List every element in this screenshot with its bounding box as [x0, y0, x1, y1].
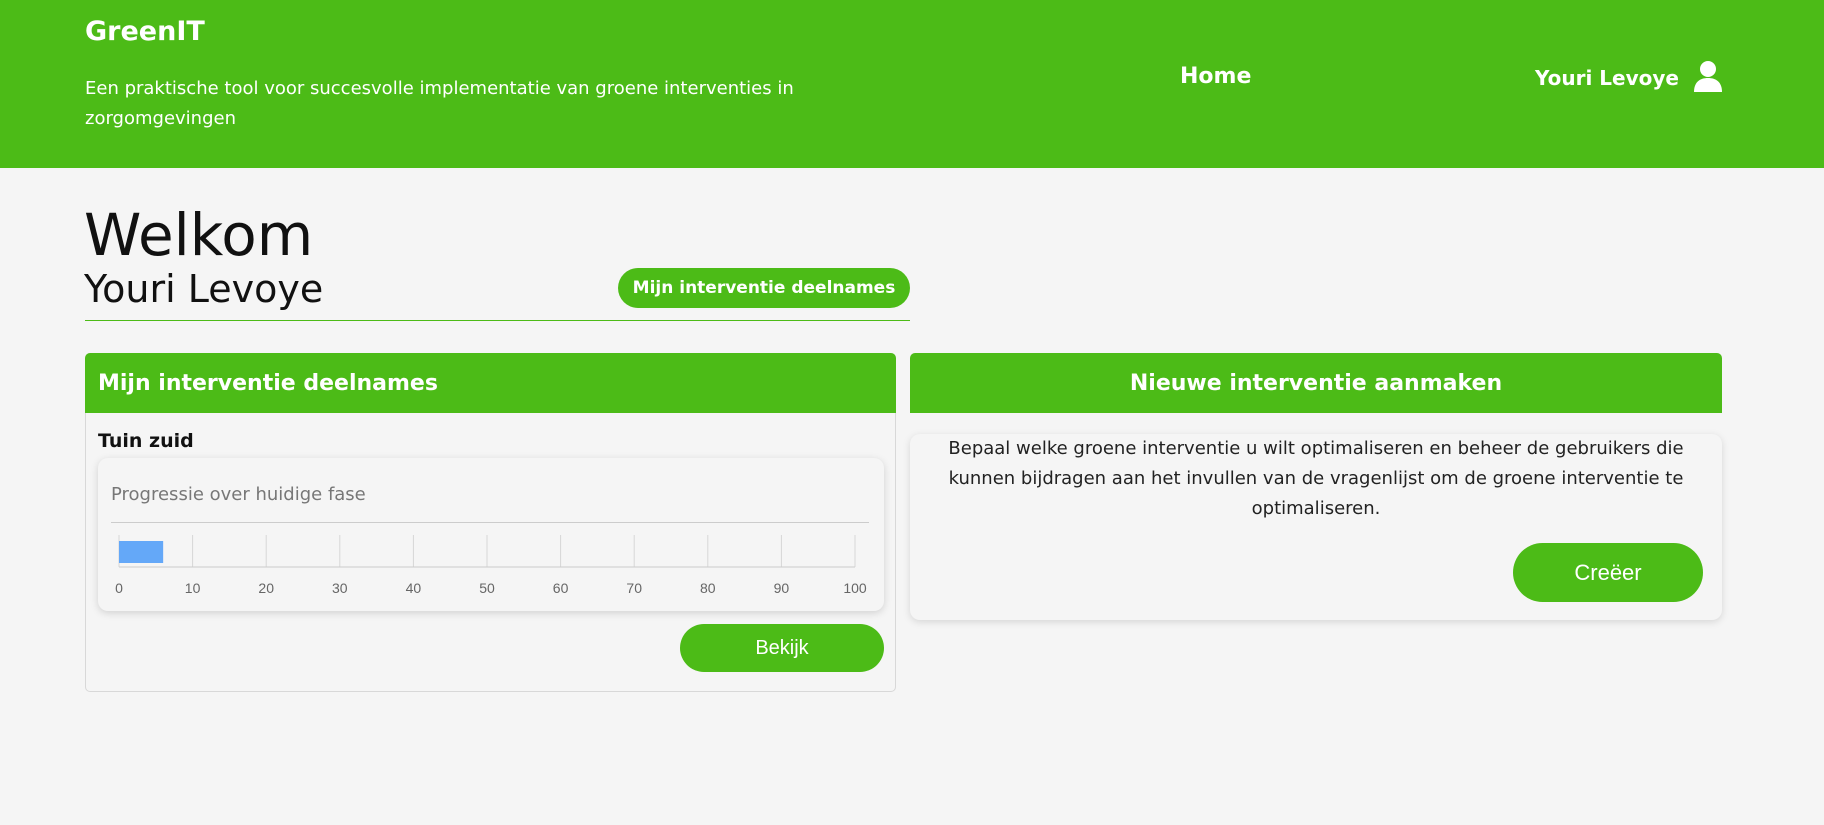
- create-button[interactable]: Creëer: [1513, 543, 1703, 602]
- progress-bar: [119, 541, 164, 563]
- welcome-username: Youri Levoye: [84, 267, 324, 311]
- welcome-heading: Welkom: [84, 201, 314, 269]
- x-tick-label: 70: [626, 580, 642, 596]
- progress-chart-card: Progressie over huidige fase 0 10 20 30 40 50…: [98, 458, 884, 611]
- nav-user-menu[interactable]: Youri Levoye: [1535, 60, 1723, 96]
- new-intervention-header: Nieuwe interventie aanmaken: [910, 353, 1722, 413]
- progress-chart: 0 10 20 30 40 50 60 70 80 90 100: [115, 535, 867, 596]
- x-tick-label: 90: [774, 580, 790, 596]
- participations-card-header: Mijn interventie deelnames: [85, 353, 896, 413]
- brand-logo-text[interactable]: GreenIT: [85, 16, 205, 47]
- tagline: Een praktische tool voor succesvolle imp…: [85, 78, 794, 129]
- x-tick-label: 50: [479, 580, 495, 596]
- intervention-title: Tuin zuid: [98, 430, 194, 452]
- view-button[interactable]: Bekijk: [680, 624, 884, 672]
- nav-user-name: Youri Levoye: [1535, 66, 1679, 90]
- x-tick-label: 10: [185, 580, 201, 596]
- x-tick-label: 40: [406, 580, 422, 596]
- user-icon[interactable]: [1693, 60, 1723, 96]
- x-tick-label: 60: [553, 580, 569, 596]
- x-tick-label: 80: [700, 580, 716, 596]
- participations-button[interactable]: Mijn interventie deelnames: [618, 268, 910, 308]
- new-intervention-card: Bepaal welke groene interventie u wilt o…: [910, 434, 1722, 620]
- x-tick-label: 0: [115, 580, 123, 596]
- x-tick-label: 30: [332, 580, 348, 596]
- nav-home-link[interactable]: Home: [1180, 64, 1251, 89]
- x-tick-label: 20: [258, 580, 274, 596]
- header: GreenIT Een praktische tool voor succesv…: [0, 0, 1824, 168]
- new-intervention-description: Bepaal welke groene interventie u wilt o…: [948, 438, 1684, 519]
- x-tick-label: 100: [843, 580, 867, 596]
- divider: [85, 320, 910, 321]
